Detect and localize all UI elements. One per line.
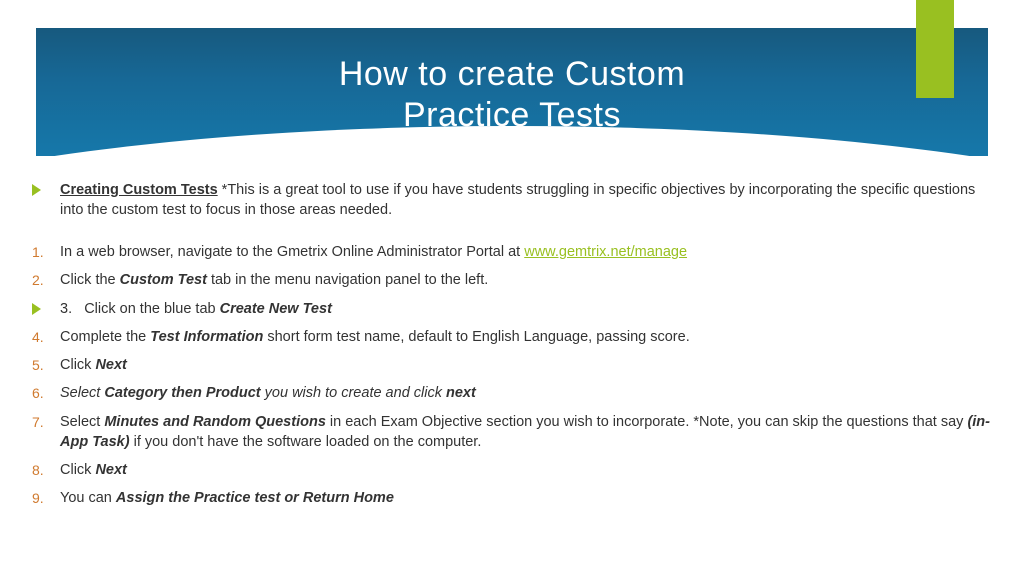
arrow-icon: [32, 184, 41, 196]
step-4: 4. Complete the Test Information short f…: [30, 327, 994, 347]
step-text: In a web browser, navigate to the Gmetri…: [60, 242, 994, 262]
step-number: 8.: [32, 460, 44, 480]
step-number: 1.: [32, 242, 44, 262]
step-7: 7. Select Minutes and Random Questions i…: [30, 412, 994, 452]
step-2: 2. Click the Custom Test tab in the menu…: [30, 270, 994, 290]
bullet-marker: [30, 299, 60, 315]
step-number: 9.: [32, 488, 44, 508]
intro-row: Creating Custom Tests *This is a great t…: [30, 180, 994, 220]
step-text: Complete the Test Information short form…: [60, 327, 994, 347]
step-8: 8. Click Next: [30, 460, 994, 480]
step-text: Click the Custom Test tab in the menu na…: [60, 270, 994, 290]
step-number: 2.: [32, 270, 44, 290]
step-text: Click Next: [60, 355, 994, 375]
intro-lead: Creating Custom Tests: [60, 182, 218, 198]
step-number: 4.: [32, 327, 44, 347]
step-text: 3. Click on the blue tab Create New Test: [60, 299, 994, 319]
arrow-icon: [32, 303, 41, 315]
step-5: 5. Click Next: [30, 355, 994, 375]
step-6: 6. Select Category then Product you wish…: [30, 383, 994, 403]
step-3: 3. Click on the blue tab Create New Test: [30, 299, 994, 319]
step-number: 6.: [32, 383, 44, 403]
title-line-2: Practice Tests: [403, 96, 621, 134]
step-text: Select Minutes and Random Questions in e…: [60, 412, 994, 452]
content-area: Creating Custom Tests *This is a great t…: [30, 180, 994, 516]
step-text: You can Assign the Practice test or Retu…: [60, 488, 994, 508]
accent-tab: [916, 0, 954, 98]
step-number: 5.: [32, 355, 44, 375]
slide: How to create Custom Practice Tests Crea…: [0, 0, 1024, 576]
title-line-1: How to create Custom: [339, 55, 685, 93]
step-9: 9. You can Assign the Practice test or R…: [30, 488, 994, 508]
step-text: Click Next: [60, 460, 994, 480]
step-1: 1. In a web browser, navigate to the Gme…: [30, 242, 994, 262]
step-number: 7.: [32, 412, 44, 432]
intro-text: Creating Custom Tests *This is a great t…: [60, 180, 994, 220]
bullet-marker: [30, 180, 60, 196]
slide-title: How to create Custom Practice Tests: [36, 28, 988, 137]
title-banner: How to create Custom Practice Tests: [36, 28, 988, 156]
portal-link[interactable]: www.gemtrix.net/manage: [524, 244, 687, 260]
step-text: Select Category then Product you wish to…: [60, 383, 994, 403]
